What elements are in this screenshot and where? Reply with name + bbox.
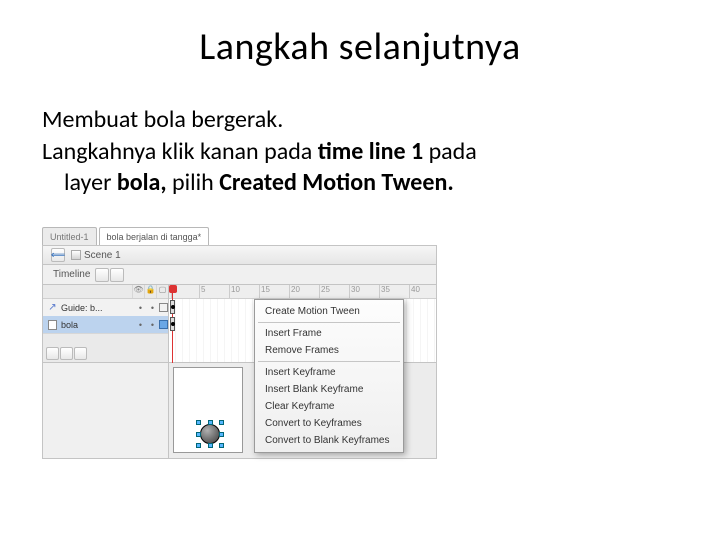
doc-tab-1[interactable]: Untitled-1 xyxy=(42,227,97,245)
outline-icon[interactable]: ▢ xyxy=(156,285,168,298)
scene-bar: ⟸ Scene 1 xyxy=(42,245,437,265)
body-line-3: layer bola, pilih Created Motion Tween. xyxy=(42,167,680,199)
scene-label[interactable]: Scene 1 xyxy=(71,250,121,261)
layer-row-bola[interactable]: bola •• xyxy=(43,316,168,333)
new-folder-icon[interactable] xyxy=(60,347,73,360)
transform-handle[interactable] xyxy=(219,420,224,425)
menu-create-motion-tween[interactable]: Create Motion Tween xyxy=(255,303,403,320)
doc-tab-2[interactable]: bola berjalan di tangga* xyxy=(99,227,210,245)
delete-layer-icon[interactable] xyxy=(74,347,87,360)
scene-icon xyxy=(71,250,81,260)
transform-handle[interactable] xyxy=(196,420,201,425)
menu-insert-frame[interactable]: Insert Frame xyxy=(255,325,403,342)
timeline-toolbar: Timeline xyxy=(42,265,437,285)
stage-canvas[interactable] xyxy=(173,367,243,453)
body-line-1: Membuat bola bergerak. xyxy=(42,104,680,136)
document-tabs: Untitled-1 bola berjalan di tangga* xyxy=(42,227,437,245)
slide-body: Membuat bola bergerak. Langkahnya klik k… xyxy=(40,104,680,199)
eye-icon[interactable]: 👁 xyxy=(132,285,144,298)
layer-row-guide[interactable]: ↗ Guide: b... •• xyxy=(43,299,168,316)
layer-header: 👁 🔒 ▢ xyxy=(43,285,168,299)
frame-ruler: 1 5 10 15 20 25 30 35 40 xyxy=(169,285,436,299)
keyframe-bola-1[interactable] xyxy=(170,317,175,331)
menu-convert-to-blank-keyframes[interactable]: Convert to Blank Keyframes xyxy=(255,432,403,449)
flash-screenshot: Untitled-1 bola berjalan di tangga* ⟸ Sc… xyxy=(42,227,437,462)
context-menu: Create Motion Tween Insert Frame Remove … xyxy=(254,299,404,453)
menu-convert-to-keyframes[interactable]: Convert to Keyframes xyxy=(255,415,403,432)
timeline-label: Timeline xyxy=(49,269,94,280)
lock-icon[interactable]: 🔒 xyxy=(144,285,156,298)
guide-layer-icon: ↗ xyxy=(47,302,58,313)
menu-remove-frames[interactable]: Remove Frames xyxy=(255,342,403,359)
menu-insert-blank-keyframe[interactable]: Insert Blank Keyframe xyxy=(255,381,403,398)
back-icon[interactable]: ⟸ xyxy=(51,248,65,262)
layer-icon xyxy=(47,319,58,330)
timeline-tool-icon[interactable] xyxy=(95,268,109,282)
menu-insert-keyframe[interactable]: Insert Keyframe xyxy=(255,364,403,381)
transform-handle[interactable] xyxy=(208,443,213,448)
layer-list: 👁 🔒 ▢ ↗ Guide: b... •• bola •• xyxy=(43,285,169,362)
ball-shape[interactable] xyxy=(200,424,220,444)
slide-title: Langkah selanjutnya xyxy=(40,24,680,70)
transform-handle[interactable] xyxy=(196,443,201,448)
body-line-2: Langkahnya klik kanan pada time line 1 p… xyxy=(42,136,680,168)
transform-handle[interactable] xyxy=(208,420,213,425)
layer-footer xyxy=(43,333,168,362)
menu-clear-keyframe[interactable]: Clear Keyframe xyxy=(255,398,403,415)
transform-handle[interactable] xyxy=(219,443,224,448)
keyframe-guide-1[interactable] xyxy=(170,300,175,314)
new-layer-icon[interactable] xyxy=(46,347,59,360)
transform-handle[interactable] xyxy=(196,432,201,437)
transform-handle[interactable] xyxy=(219,432,224,437)
menu-separator xyxy=(258,361,400,362)
timeline-tool-icon[interactable] xyxy=(110,268,124,282)
menu-separator xyxy=(258,322,400,323)
